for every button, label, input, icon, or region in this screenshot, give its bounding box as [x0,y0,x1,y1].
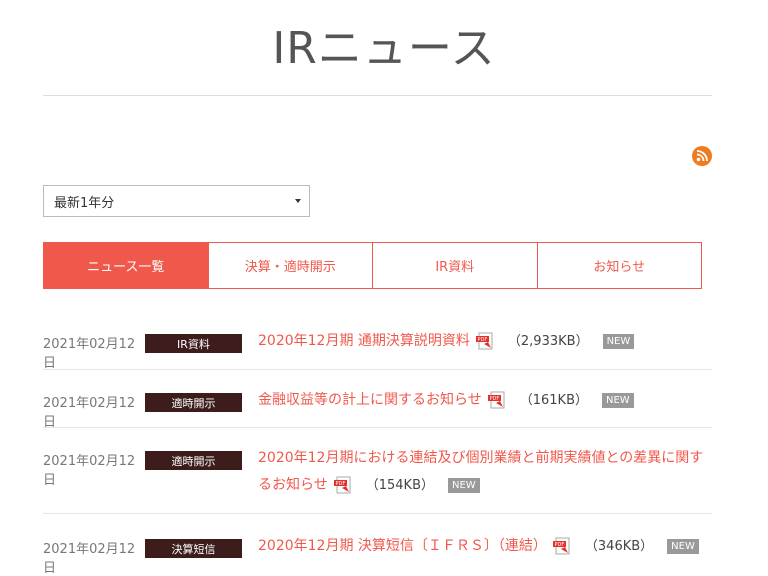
news-category-badge: 適時開示 [145,451,242,470]
news-title-link[interactable]: 金融収益等の計上に関するお知らせ [258,392,482,408]
chevron-down-icon [295,199,301,203]
new-badge: NEW [667,538,699,554]
svg-text:PDF: PDF [335,481,345,487]
news-item: 2021年02月12日 適時開示 金融収益等の計上に関するお知らせ PDF （161… [43,370,712,430]
tab-earnings-disclosure[interactable]: 決算・適時開示 [207,243,372,288]
tab-news-list[interactable]: ニュース一覧 [44,243,208,288]
pdf-icon[interactable]: PDF [333,476,354,494]
news-title-link[interactable]: 2020年12月期 通期決算説明資料 [258,333,470,349]
news-date: 2021年02月12日 [43,396,136,430]
news-list: 2021年02月12日 IR資料 2020年12月期 通期決算説明資料 PDF （2… [43,312,712,576]
file-size: （2,933KB） [507,334,589,349]
file-size: （154KB） [365,478,434,493]
news-category-badge: 決算短信 [145,539,242,558]
tab-ir-materials[interactable]: IR資料 [372,243,537,288]
news-item: 2021年02月12日 適時開示 2020年12月期における連結及び個別業績と前… [43,428,712,514]
period-select[interactable]: 最新1年分 [43,185,310,217]
pdf-icon[interactable]: PDF [487,391,508,409]
file-size: （161KB） [519,393,588,408]
news-date: 2021年02月12日 [43,454,136,488]
pdf-icon[interactable]: PDF [552,537,573,555]
new-badge: NEW [602,333,635,349]
news-tabs: ニュース一覧 決算・適時開示 IR資料 お知らせ [43,242,702,289]
svg-text:PDF: PDF [489,396,499,402]
title-divider [43,95,712,96]
period-select-value: 最新1年分 [54,195,115,211]
news-item: 2021年02月12日 決算短信 2020年12月期 決算短信〔ＩＦＲＳ〕（連結… [43,514,712,576]
news-title-link[interactable]: 2020年12月期 決算短信〔ＩＦＲＳ〕（連結） [258,538,547,554]
tab-notices[interactable]: お知らせ [536,243,701,288]
file-size: （346KB） [584,539,654,554]
news-title-link[interactable]: 2020年12月期における連結及び個別業績と前期実績値との差異に関するお知らせ [258,450,703,493]
news-category-badge: IR資料 [145,334,242,353]
news-date: 2021年02月12日 [43,337,136,371]
rss-icon[interactable] [692,146,712,166]
pdf-icon[interactable]: PDF [475,332,496,350]
new-badge: NEW [602,392,634,408]
new-badge: NEW [448,477,480,493]
svg-text:PDF: PDF [554,542,564,548]
news-category-badge: 適時開示 [145,393,242,412]
svg-text:PDF: PDF [477,337,487,343]
news-item: 2021年02月12日 IR資料 2020年12月期 通期決算説明資料 PDF （2… [43,312,712,371]
news-date: 2021年02月12日 [43,542,136,576]
page-title: IRニュース [272,23,496,74]
